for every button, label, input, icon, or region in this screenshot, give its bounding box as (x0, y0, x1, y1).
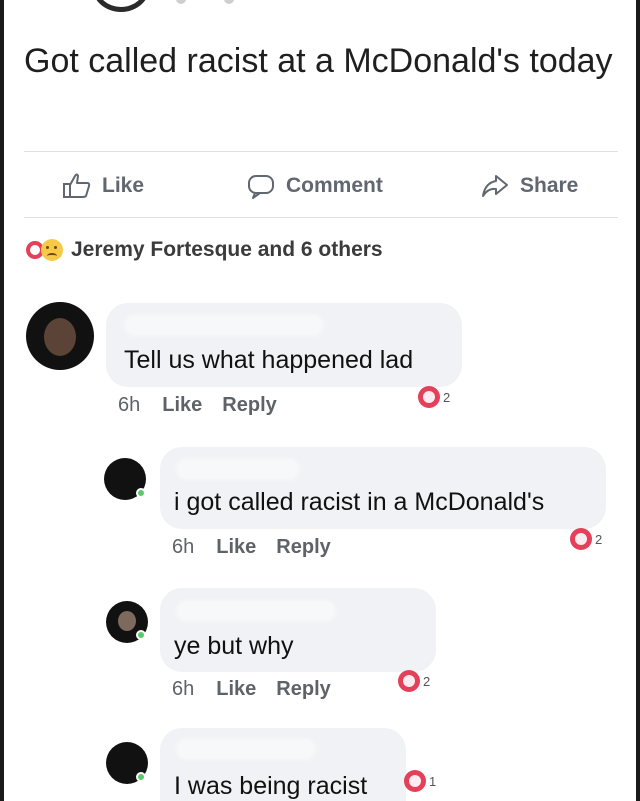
share-arrow-icon (480, 172, 510, 200)
top-cropped-header (0, 0, 640, 14)
author-avatar-cropped[interactable] (92, 0, 150, 12)
left-frame-edge (0, 0, 4, 801)
post-text: Got called racist at a McDonald's today (24, 42, 613, 80)
header-dot (224, 0, 234, 4)
love-reaction-icon (418, 386, 440, 408)
comment-reply-link[interactable]: Reply (276, 536, 330, 559)
share-button[interactable]: Share (480, 168, 578, 204)
reactions-summary[interactable]: Jeremy Fortesque and 6 others (26, 238, 383, 262)
comment-text: I was being racist (174, 772, 368, 800)
online-status-indicator (136, 630, 146, 640)
comment-button[interactable]: Comment (246, 168, 383, 204)
comment-reaction-badge[interactable]: 2 (398, 670, 430, 692)
like-label: Like (102, 174, 145, 197)
header-dot (176, 0, 186, 4)
right-frame-edge (636, 0, 640, 801)
comment-meta: 6h Like Reply (172, 536, 351, 559)
comment-reaction-badge[interactable]: 1 (404, 770, 436, 792)
comment-reaction-badge[interactable]: 2 (418, 386, 450, 408)
comment-time: 6h (172, 678, 195, 700)
comment-label: Comment (286, 174, 383, 197)
online-status-indicator (136, 488, 146, 498)
commenter-name-redacted (176, 458, 300, 480)
online-status-indicator (136, 772, 146, 782)
comment-text: i got called racist in a McDonald's (174, 488, 545, 516)
reaction-count: 2 (443, 389, 451, 405)
share-label: Share (520, 174, 579, 197)
reaction-names: Jeremy Fortesque and 6 others (71, 238, 383, 261)
comment-reply-link[interactable]: Reply (276, 678, 330, 701)
love-reaction-icon (404, 770, 426, 792)
reaction-count: 2 (595, 531, 603, 547)
commenter-name-redacted (176, 600, 336, 622)
comment-reply-link[interactable]: Reply (222, 394, 276, 417)
comment-meta: 6h Like Reply (172, 678, 351, 701)
like-button[interactable]: Like (62, 168, 144, 204)
commenter-name-redacted (176, 738, 316, 760)
comment-text: ye but why (174, 632, 294, 660)
love-reaction-icon (398, 670, 420, 692)
reaction-count: 2 (423, 673, 431, 689)
comment-time: 6h (118, 394, 141, 416)
thumbs-up-icon (62, 172, 92, 200)
comment-like-link[interactable]: Like (216, 678, 256, 701)
reaction-count: 1 (429, 773, 437, 789)
comment-reaction-badge[interactable]: 2 (570, 528, 602, 550)
comment-like-link[interactable]: Like (162, 394, 202, 417)
divider (24, 151, 618, 152)
commenter-name-redacted (124, 314, 324, 336)
divider (24, 217, 618, 218)
avatar[interactable] (26, 302, 94, 370)
sad-reaction-icon (41, 239, 63, 261)
speech-bubble-icon (246, 172, 276, 200)
comment-like-link[interactable]: Like (216, 536, 256, 559)
comment-meta: 6h Like Reply (118, 394, 297, 417)
comment-time: 6h (172, 536, 195, 558)
comment-text: Tell us what happened lad (124, 346, 414, 374)
love-reaction-icon (570, 528, 592, 550)
